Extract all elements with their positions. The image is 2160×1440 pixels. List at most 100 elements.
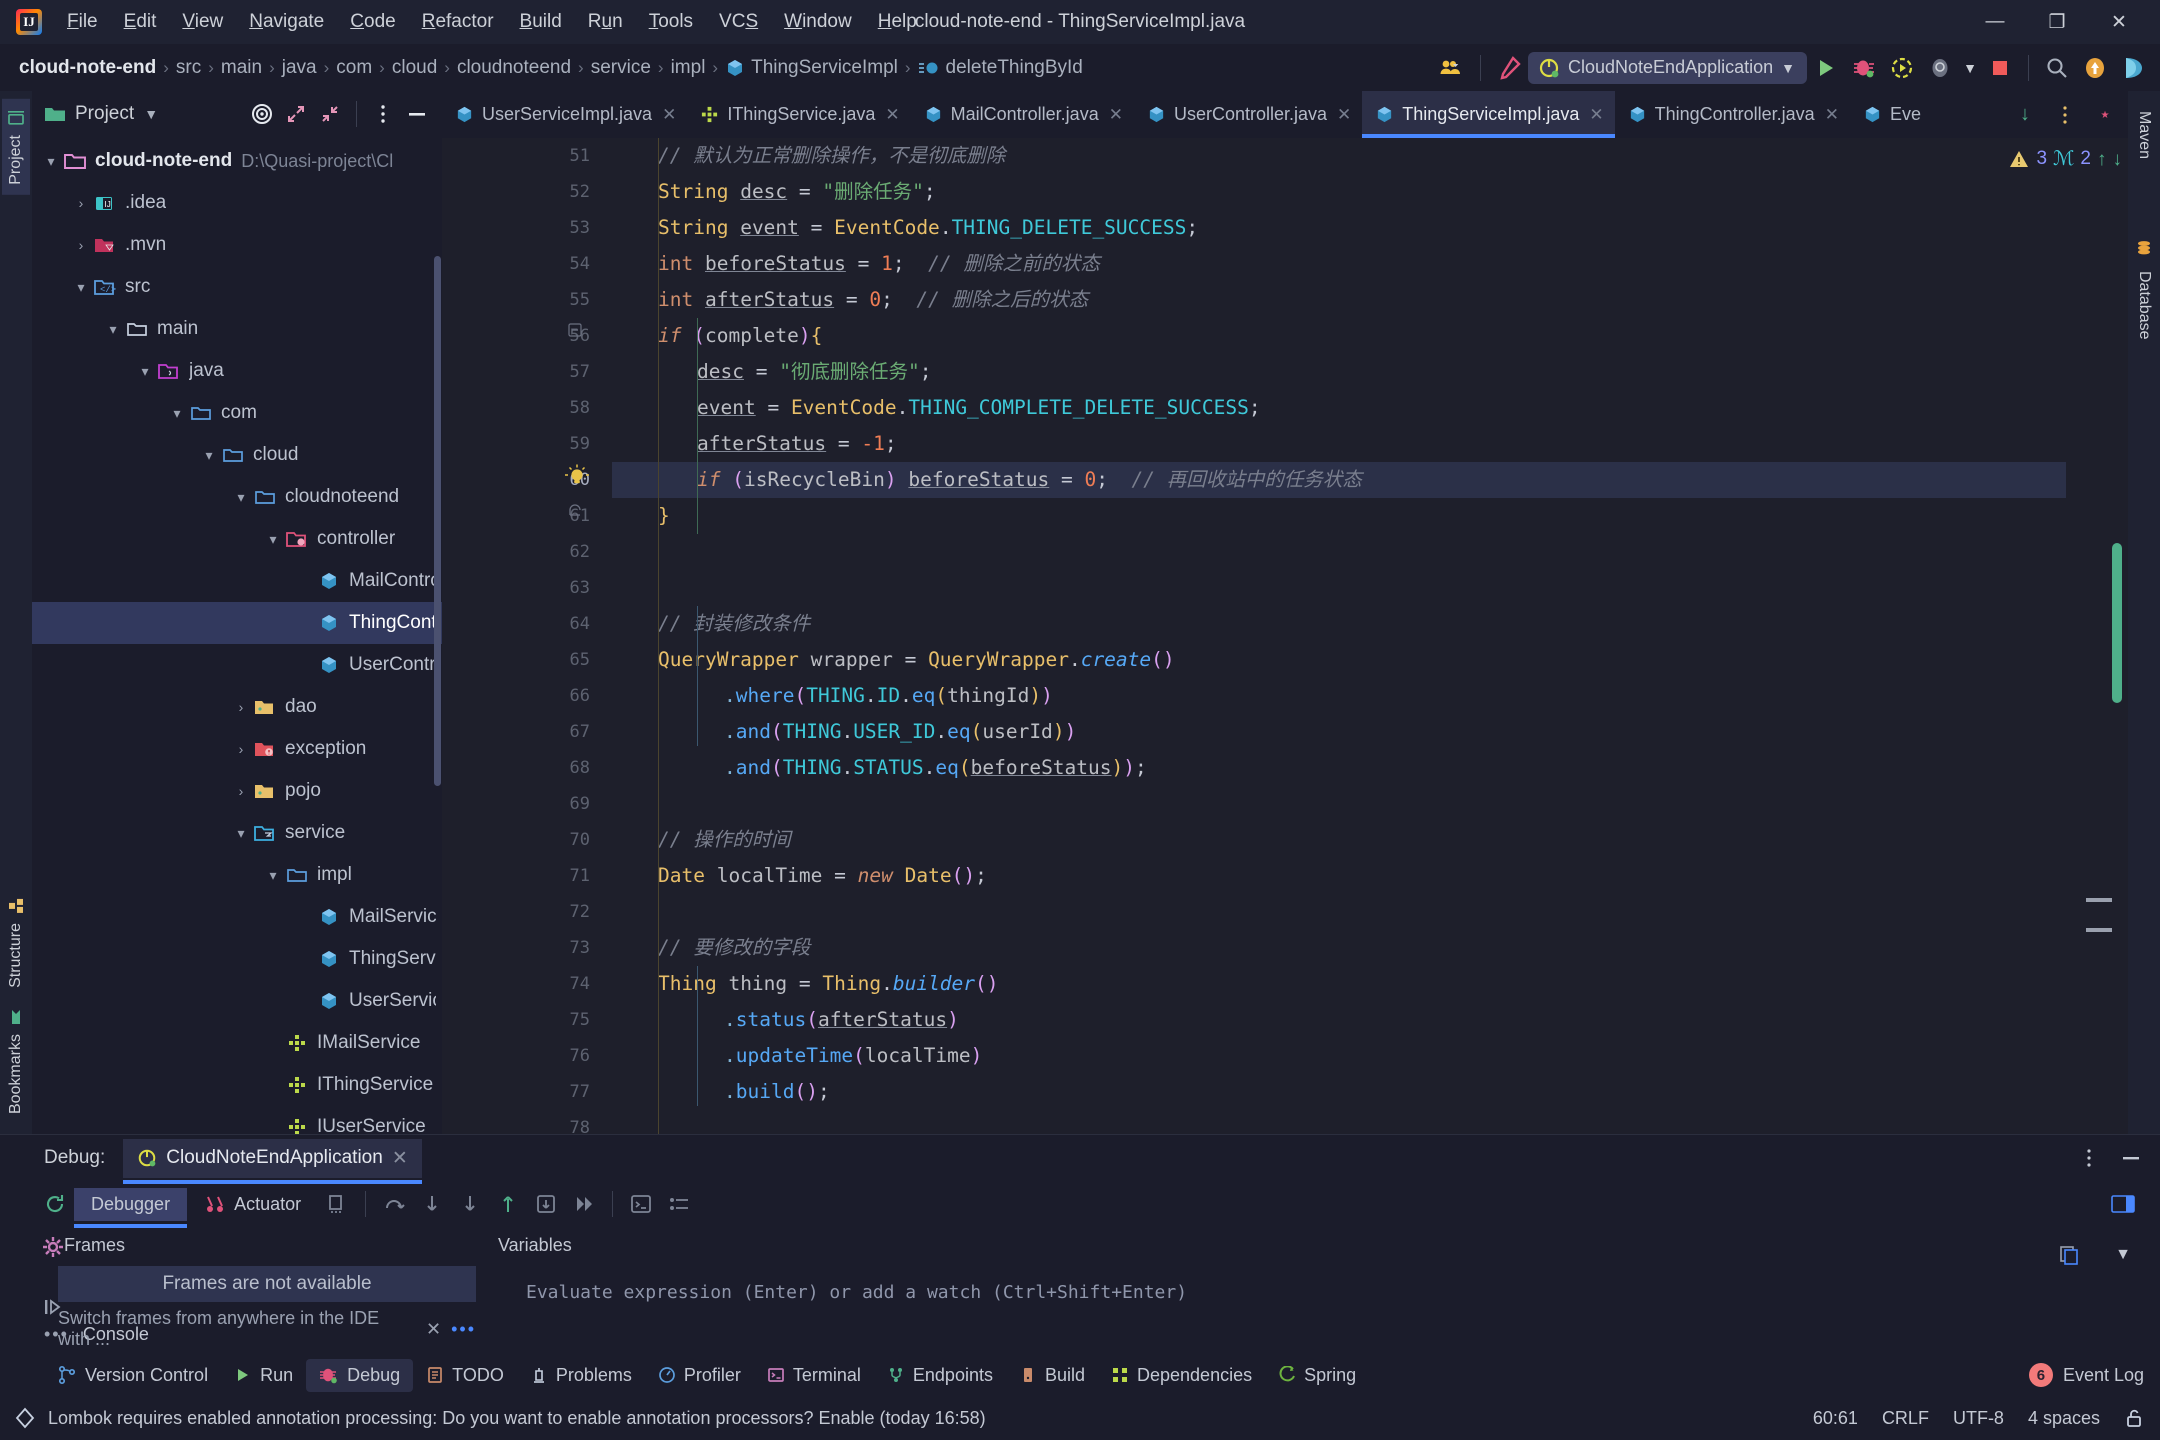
more-icon[interactable] — [2070, 1140, 2108, 1176]
breadcrumb-java[interactable]: java — [277, 56, 322, 80]
stop-button[interactable] — [1981, 49, 2019, 87]
debug-settings-icon[interactable] — [34, 1229, 72, 1265]
breadcrumb-project[interactable]: cloud-note-end — [14, 56, 161, 80]
chevron-right-icon[interactable]: › — [70, 237, 92, 253]
sidebar-item-project[interactable]: Project — [2, 99, 30, 195]
hammer-icon[interactable] — [1490, 49, 1528, 87]
menu-window[interactable]: Window — [771, 7, 865, 37]
sidebar-item-database[interactable]: Database — [2130, 229, 2158, 350]
target-icon[interactable] — [245, 97, 279, 131]
chevron-down-icon[interactable]: ▼ — [134, 97, 168, 131]
inspection-widget[interactable]: 3 ℳ 2 ↑ ↓ — [2008, 148, 2122, 170]
variables-hint[interactable]: Evaluate expression (Enter) or add a wat… — [476, 1266, 2160, 1303]
previous-problem-icon[interactable]: ↑ — [2097, 150, 2107, 169]
run-button[interactable] — [1807, 49, 1845, 87]
breadcrumb-service[interactable]: service — [586, 56, 656, 80]
sidebar-item-maven[interactable]: Maven — [2130, 101, 2158, 169]
close-icon[interactable]: ✕ — [1589, 105, 1603, 125]
change-marker[interactable] — [2086, 928, 2112, 932]
code-text[interactable]: // 默认为正常删除操作，不是彻底删除 String desc = "删除任务"… — [612, 138, 2066, 1134]
close-icon[interactable]: ✕ — [1109, 105, 1123, 125]
tree-node-usercontroller[interactable]: UserController — [32, 644, 442, 686]
tab-mailcontroller[interactable]: MailController.java ✕ — [911, 91, 1134, 138]
breadcrumb-com[interactable]: com — [331, 56, 377, 80]
tab-actuator[interactable]: Actuator — [187, 1188, 318, 1221]
tool-todo[interactable]: TODO — [413, 1359, 517, 1392]
step-over-icon[interactable] — [375, 1186, 413, 1222]
intention-bulb-icon[interactable] — [564, 463, 590, 489]
close-icon[interactable]: ✕ — [662, 105, 676, 125]
tree-node-controller[interactable]: ▾ controller — [32, 518, 442, 560]
ai-chat-icon[interactable]: ⋆ — [2086, 96, 2124, 134]
tool-spring[interactable]: Spring — [1265, 1359, 1369, 1392]
mute-breakpoints-icon[interactable] — [318, 1186, 356, 1222]
tree-node-cloud-note-end[interactable]: ▾ cloud-note-end D:\Quasi-project\Cl — [32, 140, 442, 182]
line-separator[interactable]: CRLF — [1882, 1408, 1929, 1429]
step-into-icon[interactable] — [413, 1186, 451, 1222]
chevron-down-icon[interactable]: ▼ — [2104, 1237, 2142, 1273]
tab-thingcontroller[interactable]: ThingController.java ✕ — [1615, 91, 1850, 138]
more-icon[interactable]: ••• — [451, 1319, 476, 1340]
menu-help[interactable]: Help — [865, 7, 930, 37]
chevron-down-icon[interactable]: ▾ — [198, 447, 220, 464]
sidebar-item-bookmarks[interactable]: Bookmarks — [2, 998, 30, 1124]
run-to-cursor-icon[interactable] — [527, 1186, 565, 1222]
tree-node-src[interactable]: ▾ </> src — [32, 266, 442, 308]
breadcrumb-method[interactable]: deleteThingById — [913, 56, 1088, 80]
tree-node-thingserviceimpl[interactable]: ThingServiceImpl — [32, 938, 442, 980]
tree-node-iuserservice[interactable]: IUserService — [32, 1106, 442, 1134]
rerun-icon[interactable] — [36, 1186, 74, 1222]
close-icon[interactable]: ✕ — [426, 1319, 441, 1340]
more-icon[interactable] — [366, 97, 400, 131]
hide-panel-icon[interactable] — [400, 97, 434, 131]
tool-build[interactable]: Build — [1006, 1359, 1098, 1392]
ai-assistant-icon[interactable] — [2114, 49, 2152, 87]
chevron-down-icon[interactable]: ▾ — [102, 321, 124, 338]
menu-build[interactable]: Build — [507, 7, 575, 37]
breadcrumb-main[interactable]: main — [216, 56, 267, 80]
breadcrumb-class[interactable]: ThingServiceImpl — [720, 56, 903, 80]
update-icon[interactable] — [2076, 49, 2114, 87]
indent-setting[interactable]: 4 spaces — [2028, 1408, 2100, 1429]
tool-dependencies[interactable]: Dependencies — [1098, 1359, 1265, 1392]
breadcrumb-cloudnoteend[interactable]: cloudnoteend — [452, 56, 576, 80]
tab-usercontroller[interactable]: UserController.java ✕ — [1134, 91, 1362, 138]
chevron-down-icon[interactable]: ▾ — [166, 405, 188, 422]
tool-run[interactable]: Run — [221, 1359, 306, 1392]
users-icon[interactable] — [1433, 49, 1471, 87]
chevron-right-icon[interactable]: › — [230, 783, 252, 799]
tree-node-cloud[interactable]: ▾ cloud — [32, 434, 442, 476]
expand-icon[interactable] — [279, 97, 313, 131]
file-encoding[interactable]: UTF-8 — [1953, 1408, 2004, 1429]
profiler-icon[interactable] — [1921, 49, 1959, 87]
tab-thingserviceimpl[interactable]: ThingServiceImpl.java ✕ — [1362, 91, 1615, 138]
editor-gutter[interactable]: 51 52 53 54 55 56 57 58 59 60 61 62 63 6… — [442, 138, 612, 1138]
copy-value-icon[interactable] — [2050, 1237, 2088, 1273]
close-icon[interactable]: ✕ — [885, 105, 899, 125]
tree-node-service[interactable]: ▾ service — [32, 812, 442, 854]
tree-node-pojo[interactable]: › pojo — [32, 770, 442, 812]
chevron-down-icon[interactable]: ▾ — [262, 867, 284, 884]
collapse-icon[interactable] — [313, 97, 347, 131]
more-icon[interactable] — [2046, 96, 2084, 134]
menu-file[interactable]: File — [54, 7, 111, 37]
chevron-right-icon[interactable]: › — [230, 741, 252, 757]
chevron-down-icon[interactable]: ▾ — [230, 825, 252, 842]
chevron-down-icon[interactable]: ▾ — [70, 279, 92, 296]
debug-session-tab[interactable]: CloudNoteEndApplication ✕ — [123, 1138, 423, 1184]
tree-node-idea[interactable]: › IJ .idea — [32, 182, 442, 224]
editor-right-gutter[interactable]: 3 ℳ 2 ↑ ↓ — [2010, 138, 2128, 1134]
status-message[interactable]: Lombok requires enabled annotation proce… — [48, 1408, 986, 1429]
tree-node-impl[interactable]: ▾ impl — [32, 854, 442, 896]
tool-terminal[interactable]: Terminal — [754, 1359, 874, 1392]
tool-profiler[interactable]: Profiler — [645, 1359, 754, 1392]
next-problem-icon[interactable]: ↓ — [2113, 150, 2123, 169]
fold-close-icon[interactable] — [568, 503, 582, 517]
chevron-down-icon[interactable]: ▾ — [134, 363, 156, 380]
tree-node-userserviceimpl[interactable]: UserServiceImpl — [32, 980, 442, 1022]
debug-button[interactable] — [1845, 49, 1883, 87]
sidebar-item-structure[interactable]: Structure — [2, 887, 30, 998]
editor-scrollbar[interactable] — [2112, 543, 2122, 703]
tree-node-thingcontroller[interactable]: ThingController — [32, 602, 442, 644]
tree-node-main[interactable]: ▾ main — [32, 308, 442, 350]
